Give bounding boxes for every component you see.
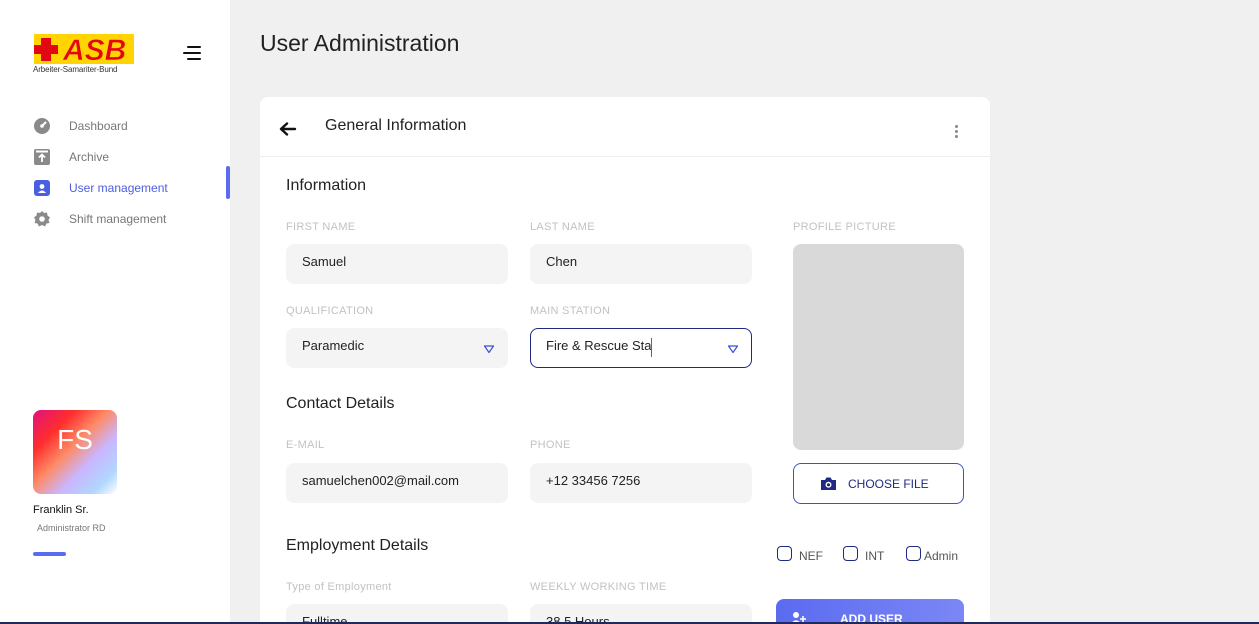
sidebar-item-label: Shift management <box>69 211 167 226</box>
user-management-icon <box>33 179 51 197</box>
checkbox-nef[interactable]: NEF <box>777 543 823 563</box>
sidebar-item-dashboard[interactable]: Dashboard <box>33 110 230 141</box>
user-role: Administrator RD <box>37 523 106 533</box>
add-user-button[interactable]: ADD USER <box>776 599 964 624</box>
back-arrow-icon[interactable] <box>278 121 298 137</box>
text-cursor <box>651 338 652 357</box>
last-name-label: LAST NAME <box>530 221 595 233</box>
main-station-value: Fire & Rescue Sta <box>546 338 652 353</box>
phone-field[interactable]: +12 33456 7256 <box>530 463 752 503</box>
first-name-value: Samuel <box>302 254 347 269</box>
main-station-select[interactable]: Fire & Rescue Sta <box>530 328 752 368</box>
checkbox-int-box[interactable] <box>843 545 858 561</box>
weekly-time-field[interactable]: 38.5 Hours <box>530 604 752 624</box>
avatar[interactable]: FS <box>33 410 117 494</box>
checkbox-nef-label: NEF <box>799 549 823 563</box>
qualification-select[interactable]: Paramedic <box>286 328 508 368</box>
email-label: E-MAIL <box>286 439 325 451</box>
checkbox-int[interactable]: INT <box>843 543 884 563</box>
camera-icon <box>821 477 836 490</box>
checkbox-nef-box[interactable] <box>777 545 792 561</box>
sidebar-item-archive[interactable]: Archive <box>33 141 230 172</box>
checkbox-admin-box[interactable] <box>906 545 921 561</box>
checkbox-admin[interactable]: Admin <box>906 543 958 563</box>
sidebar-item-label: Archive <box>69 149 110 164</box>
more-options-icon[interactable] <box>952 123 962 139</box>
sidebar-item-label: User management <box>69 180 168 195</box>
sidebar-item-label: Dashboard <box>69 118 128 133</box>
active-nav-indicator <box>226 166 230 199</box>
employment-type-label: Type of Employment <box>286 581 392 593</box>
dashboard-icon <box>33 117 51 135</box>
page-title: User Administration <box>260 30 460 56</box>
employment-type-select[interactable]: Fulltime <box>286 604 508 624</box>
section-title-contact: Contact Details <box>286 395 395 412</box>
profile-picture-label: PROFILE PICTURE <box>793 221 896 233</box>
user-name: Franklin Sr. <box>33 504 89 516</box>
gear-icon <box>33 210 51 228</box>
choose-file-button[interactable]: CHOOSE FILE <box>793 463 964 504</box>
general-information-card: General Information Information FIRST NA… <box>260 97 990 624</box>
sidebar-nav: Dashboard Archive User management Shift … <box>33 110 230 234</box>
qualification-value: Paramedic <box>302 338 365 353</box>
section-title-information: Information <box>286 177 367 194</box>
logo-subtitle: Arbeiter-Samariter-Bund <box>33 65 118 74</box>
last-name-value: Chen <box>546 254 578 269</box>
sidebar: ASB Arbeiter-Samariter-Bund Dashboard Ar… <box>0 0 230 624</box>
first-name-label: FIRST NAME <box>286 221 356 233</box>
last-name-field[interactable]: Chen <box>530 244 752 284</box>
email-value: samuelchen002@mail.com <box>302 473 459 488</box>
menu-toggle-icon[interactable] <box>183 46 201 60</box>
card-title: General Information <box>325 117 467 134</box>
card-header: General Information <box>260 97 990 157</box>
first-name-field[interactable]: Samuel <box>286 244 508 284</box>
avatar-initials: FS <box>57 424 93 455</box>
dropdown-caret-icon <box>727 345 739 354</box>
qualification-label: QUALIFICATION <box>286 305 374 317</box>
user-indicator-bar <box>33 552 66 556</box>
email-field[interactable]: samuelchen002@mail.com <box>286 463 508 503</box>
sidebar-item-shift-management[interactable]: Shift management <box>33 203 230 234</box>
sidebar-item-user-management[interactable]: User management <box>33 172 230 203</box>
archive-icon <box>33 148 51 166</box>
asb-logo-mark: ASB <box>34 34 134 65</box>
checkbox-int-label: INT <box>865 549 885 563</box>
section-title-employment: Employment Details <box>286 537 429 554</box>
svg-text:ASB: ASB <box>62 34 126 65</box>
asb-logo[interactable]: ASB Arbeiter-Samariter-Bund <box>33 33 135 75</box>
checkbox-admin-label: Admin <box>924 549 959 563</box>
phone-value: +12 33456 7256 <box>546 473 641 488</box>
dropdown-caret-icon <box>483 345 495 354</box>
profile-picture-preview <box>793 244 964 450</box>
phone-label: PHONE <box>530 439 571 451</box>
main-station-label: MAIN STATION <box>530 305 611 317</box>
weekly-time-label: WEEKLY WORKING TIME <box>530 581 667 593</box>
choose-file-label: CHOOSE FILE <box>848 477 929 491</box>
